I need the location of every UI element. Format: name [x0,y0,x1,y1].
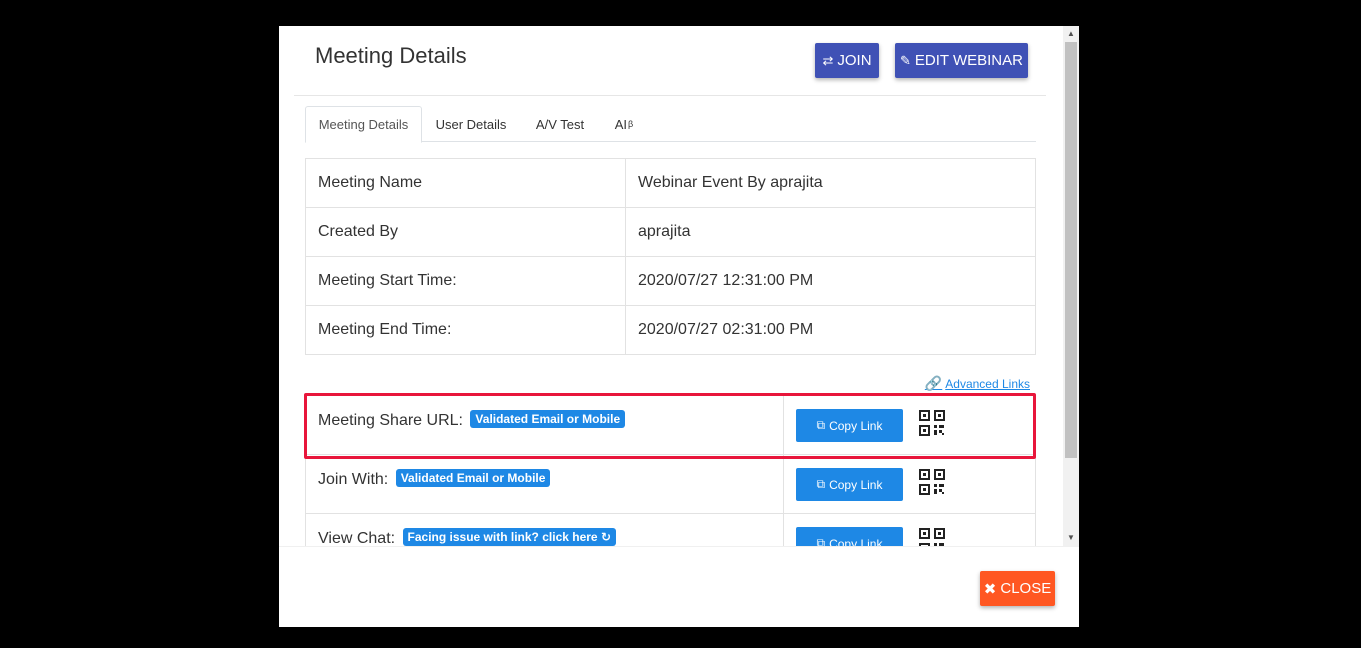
copy-link-button[interactable]: ⧉ Copy Link [796,468,903,501]
link-label-cell: Meeting Share URL: Validated Email or Mo… [305,395,784,455]
table-row: Created By aprajita [305,207,1036,257]
modal-body[interactable]: Meeting Details ⇄ JOIN ✎ EDIT WEBINAR Me… [279,26,1063,546]
advanced-links-link[interactable]: 🔗 Advanced Links [925,375,1030,392]
link-label-cell: View Chat: Facing issue with link? click… [305,513,784,546]
detail-value: 2020/07/27 02:31:00 PM [625,305,1036,355]
detail-key: Created By [305,207,626,257]
qr-code-icon[interactable] [919,469,945,495]
link-actions-cell: ⧉ Copy Link [783,395,1036,455]
tab-label: AI [614,116,628,132]
modal-footer: ✖ CLOSE [279,546,1079,627]
modal-title: Meeting Details [315,43,467,68]
meeting-details-table: Meeting Name Webinar Event By aprajita C… [305,158,1036,355]
copy-icon: ⧉ [816,477,826,491]
link-label: Meeting Share URL: [318,412,463,429]
share-links-table: Meeting Share URL: Validated Email or Mo… [305,395,1036,546]
vertical-scrollbar[interactable]: ▲ ▼ [1063,26,1079,546]
edit-webinar-button[interactable]: ✎ EDIT WEBINAR [895,43,1028,78]
tab-label: A/V Test [535,116,585,132]
copy-link-label: Copy Link [829,536,883,547]
detail-key: Meeting Start Time: [305,256,626,306]
refresh-link-badge[interactable]: Facing issue with link? click here ↻ [402,528,616,546]
qr-code-icon[interactable] [919,410,945,436]
table-row: Meeting Share URL: Validated Email or Mo… [305,395,1036,455]
link-label: Join With: [318,471,389,488]
meeting-details-modal: Meeting Details ⇄ JOIN ✎ EDIT WEBINAR Me… [279,26,1079,627]
detail-key: Meeting End Time: [305,305,626,355]
advanced-links-label: Advanced Links [945,376,1030,391]
beta-superscript: β [628,119,634,129]
qr-code-icon[interactable] [919,528,945,546]
copy-link-label: Copy Link [829,418,883,433]
table-row: Meeting Name Webinar Event By aprajita [305,158,1036,208]
copy-link-label: Copy Link [829,477,883,492]
copy-link-button[interactable]: ⧉ Copy Link [796,527,903,546]
table-row: View Chat: Facing issue with link? click… [305,513,1036,546]
tab-ai[interactable]: AI β [601,106,647,142]
detail-value: Webinar Event By aprajita [625,158,1036,208]
edit-icon: ✎ [900,52,911,68]
detail-key: Meeting Name [305,158,626,208]
badge-text: Facing issue with link? click here [407,530,598,544]
copy-icon: ⧉ [816,418,826,432]
tab-label: Meeting Details [318,117,409,132]
detail-value: 2020/07/27 12:31:00 PM [625,256,1036,306]
copy-icon: ⧉ [816,536,826,546]
tab-av-test[interactable]: A/V Test [527,106,593,142]
times-icon: ✖ [983,580,997,598]
validation-badge: Validated Email or Mobile [470,410,626,428]
tab-label: User Details [435,116,507,132]
table-row: Meeting Start Time: 2020/07/27 12:31:00 … [305,256,1036,306]
close-button[interactable]: ✖ CLOSE [980,571,1055,606]
tab-user-details[interactable]: User Details [427,106,515,142]
link-icon: 🔗 [924,375,943,391]
scroll-up-arrow-icon[interactable]: ▲ [1063,26,1079,42]
retweet-icon: ⇄ [822,52,834,68]
scrollbar-thumb[interactable] [1065,42,1077,458]
scroll-down-arrow-icon[interactable]: ▼ [1063,530,1079,546]
validation-badge: Validated Email or Mobile [395,469,551,487]
tab-meeting-details[interactable]: Meeting Details [305,106,422,143]
refresh-icon: ↻ [600,530,611,544]
tab-bar: Meeting Details User Details A/V Test AI… [305,106,1036,143]
table-row: Join With: Validated Email or Mobile ⧉ C… [305,454,1036,514]
header-divider [294,95,1046,96]
close-button-label: CLOSE [1000,580,1052,597]
detail-value: aprajita [625,207,1036,257]
link-label-cell: Join With: Validated Email or Mobile [305,454,784,514]
edit-webinar-label: EDIT WEBINAR [914,52,1023,69]
link-actions-cell: ⧉ Copy Link [783,454,1036,514]
link-label: View Chat: [318,530,396,546]
join-button[interactable]: ⇄ JOIN [815,43,879,78]
join-button-label: JOIN [837,52,872,69]
copy-link-button[interactable]: ⧉ Copy Link [796,409,903,442]
link-actions-cell: ⧉ Copy Link [783,513,1036,546]
table-row: Meeting End Time: 2020/07/27 02:31:00 PM [305,305,1036,355]
